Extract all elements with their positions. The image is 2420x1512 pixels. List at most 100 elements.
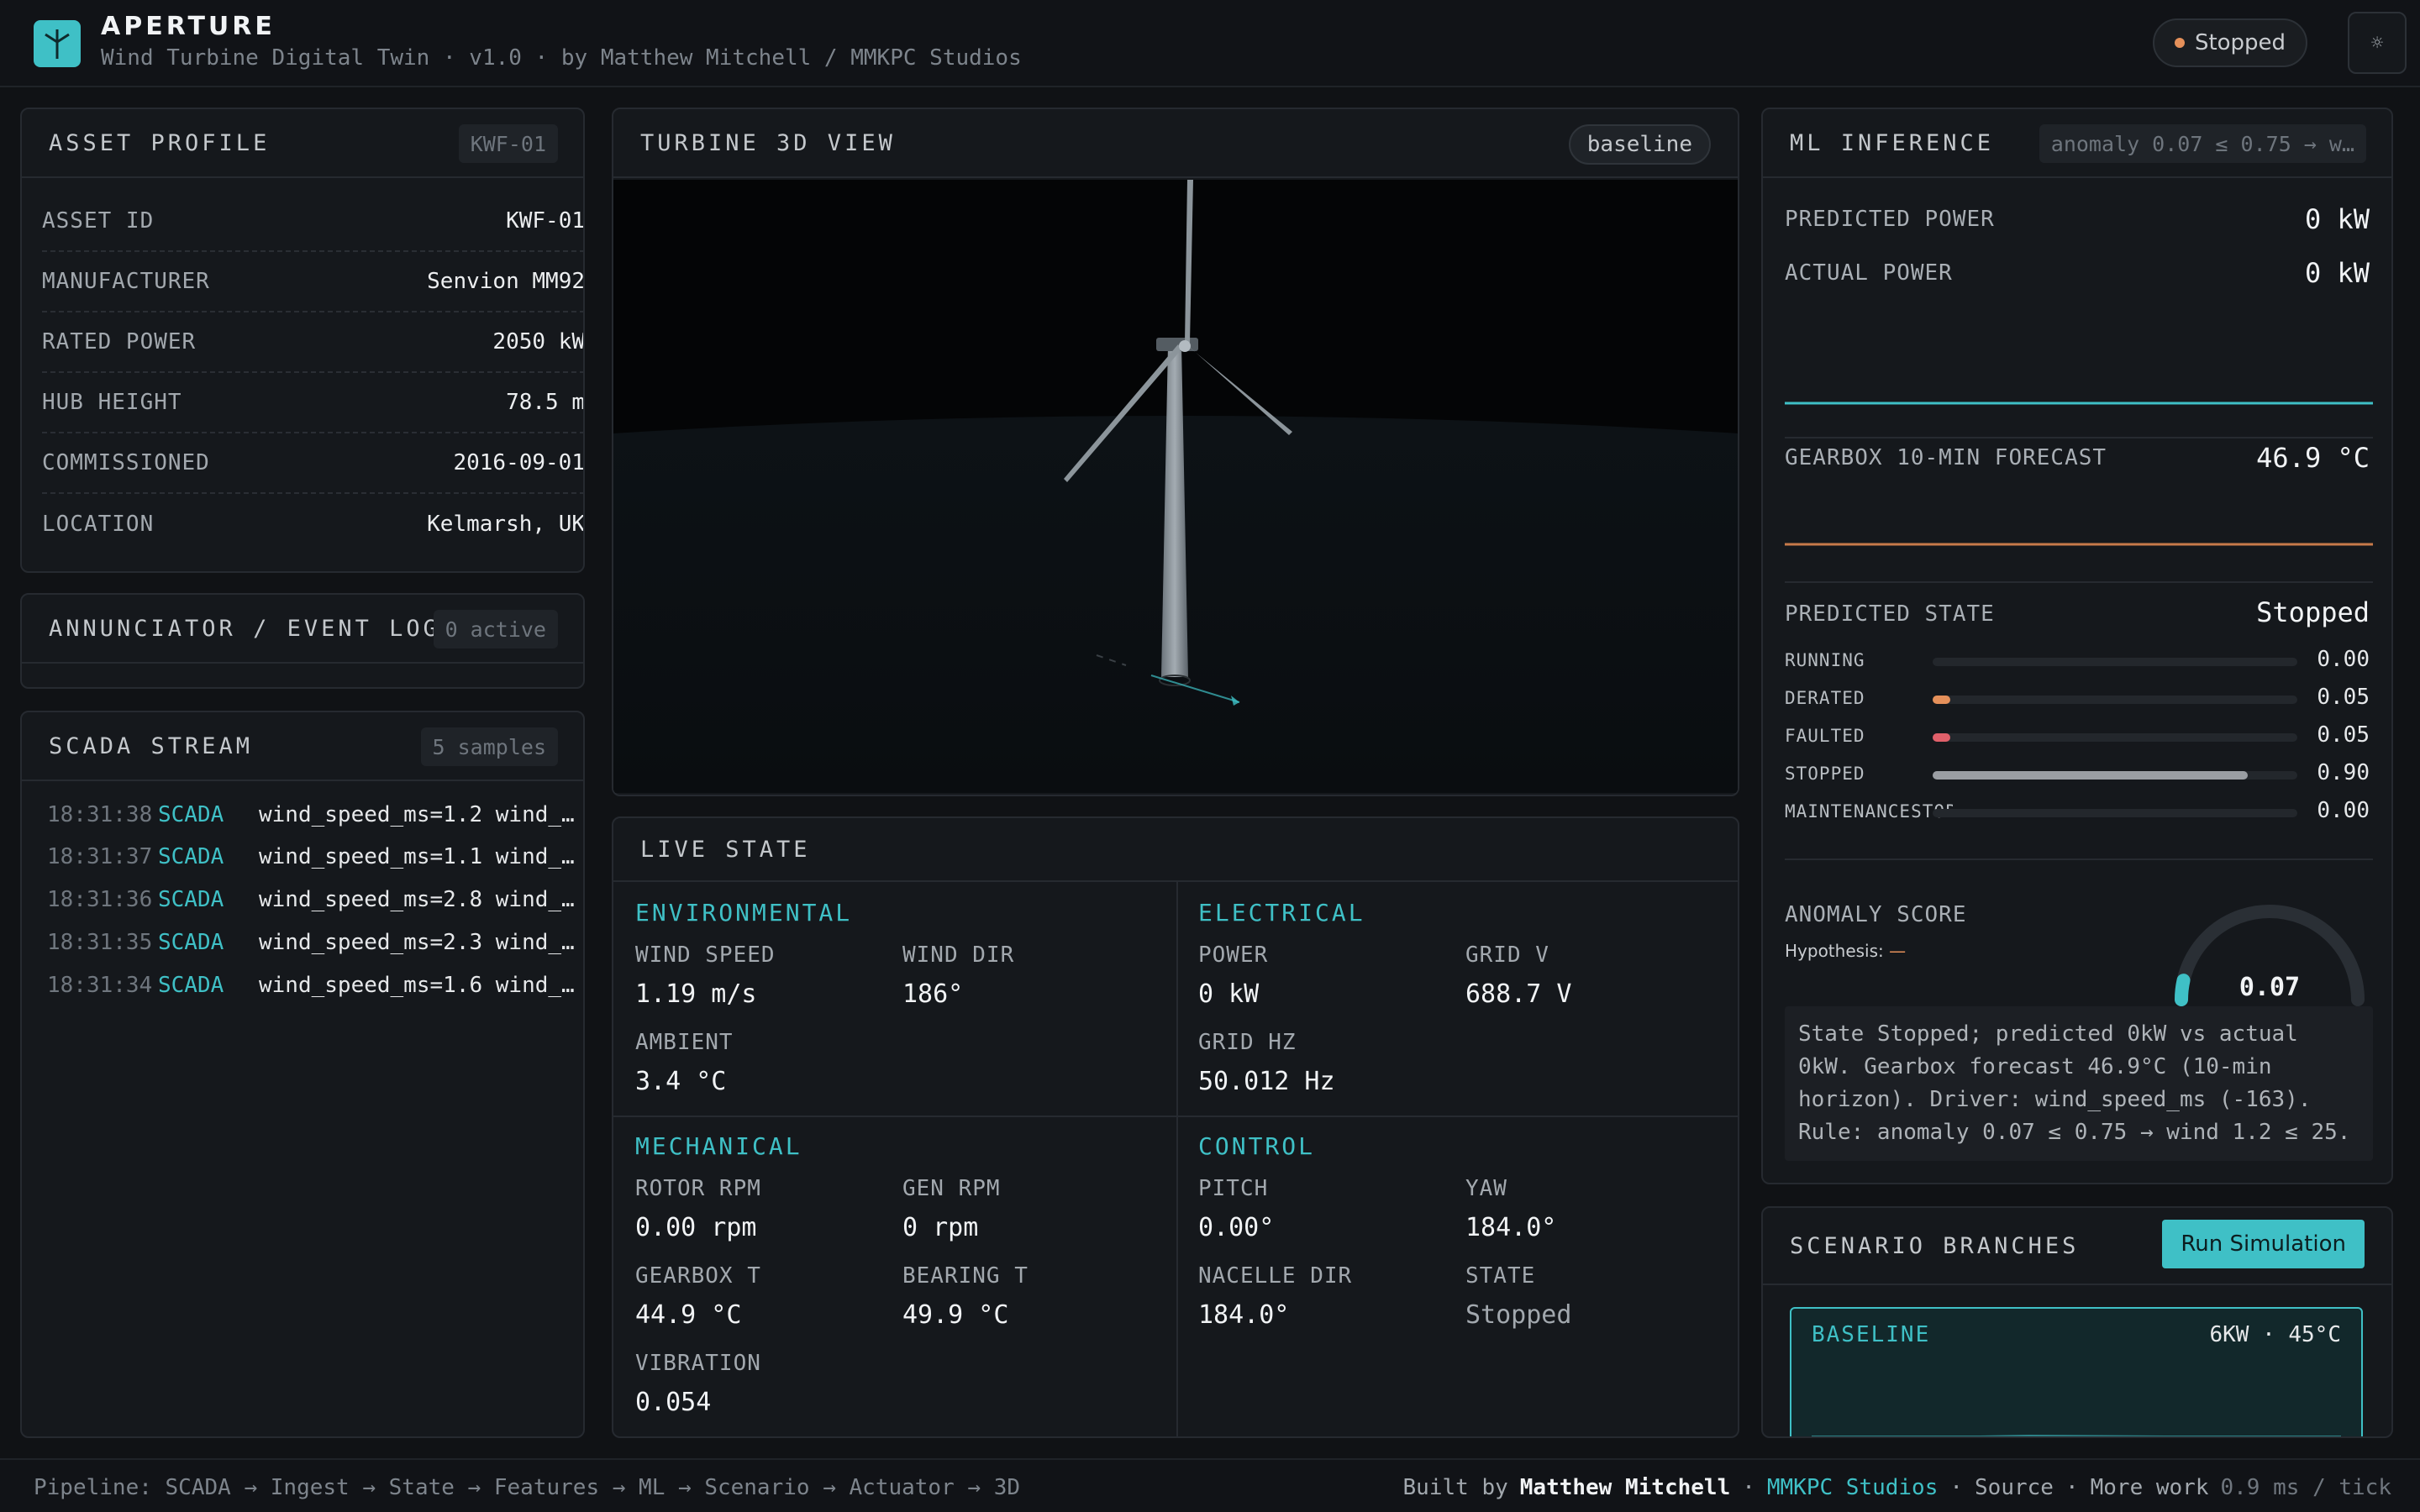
divider <box>1785 437 2373 438</box>
rotor-rpm-label: ROTOR RPM <box>635 1176 761 1201</box>
asset-profile-header: ASSET PROFILE KWF-01 <box>22 109 583 178</box>
state-prob-fill <box>1933 696 1950 704</box>
theme-toggle-button[interactable]: ☼ <box>2348 12 2407 74</box>
section-environmental: ENVIRONMENTAL <box>635 899 853 927</box>
more-work-link[interactable]: More work <box>2091 1475 2209 1500</box>
panel-title: LIVE STATE <box>640 836 811 863</box>
state-prob-bar <box>1933 771 2297 780</box>
scenario-pill: baseline <box>1568 124 1711 165</box>
anomaly-score-value: 0.07 <box>2239 973 2300 1002</box>
bearing-t-value: 49.9 °C <box>902 1300 1009 1330</box>
wind-dir-value: 186° <box>902 979 964 1009</box>
app-subtitle: Wind Turbine Digital Twin · v1.0 · by Ma… <box>101 45 1022 71</box>
divider <box>1176 882 1178 1436</box>
state-prob-label: DERATED <box>1785 688 1865 708</box>
grid-v-label: GRID V <box>1465 942 1549 968</box>
rotor-rpm-value: 0.00 rpm <box>635 1213 757 1242</box>
scada-time: 18:31:38 <box>47 802 153 827</box>
app-header: APERTURE Wind Turbine Digital Twin · v1.… <box>0 0 2420 87</box>
predicted-state-label: PREDICTED STATE <box>1785 601 1995 627</box>
scada-time: 18:31:35 <box>47 930 153 955</box>
row-label: MANUFACTURER <box>42 269 210 294</box>
wind-speed-value: 1.19 m/s <box>635 979 757 1009</box>
live-state-panel: LIVE STATE ENVIRONMENTAL WIND SPEED 1.19… <box>612 816 1739 1438</box>
panel-title: ANNUNCIATOR / EVENT LOG <box>49 615 440 642</box>
scada-time: 18:31:36 <box>47 887 153 912</box>
scada-stream-panel: SCADA STREAM 5 samples 18:31:38 SCADA wi… <box>20 711 585 1438</box>
hypothesis-row: Hypothesis: — <box>1785 941 1906 961</box>
state-prob-value: 0.05 <box>2317 722 2370 748</box>
separator: · <box>1949 1475 1964 1500</box>
author-link[interactable]: Matthew Mitchell <box>1520 1475 1730 1500</box>
studio-link[interactable]: MMKPC Studios <box>1767 1475 1939 1500</box>
hypothesis-label: Hypothesis: <box>1785 941 1884 961</box>
inference-explanation: State Stopped; predicted 0kW vs actual 0… <box>1785 1006 2373 1161</box>
power-value: 0 kW <box>1198 979 1260 1009</box>
state-prob-value: 0.00 <box>2317 798 2370 823</box>
row-value: 2050 kW <box>492 329 585 354</box>
power-sparkline <box>1785 402 2373 405</box>
yaw-value: 184.0° <box>1465 1213 1557 1242</box>
run-simulation-button[interactable]: Run Simulation <box>2162 1220 2365 1268</box>
row-label: ASSET ID <box>42 208 155 234</box>
asset-row-asset-id: ASSET ID KWF-01 <box>42 192 585 252</box>
branch-name: BASELINE <box>1812 1322 1931 1347</box>
ml-inference-panel: ML INFERENCE anomaly 0.07 ≤ 0.75 → w… PR… <box>1761 108 2393 1184</box>
state-prob-label: FAULTED <box>1785 726 1865 746</box>
status-text: Stopped <box>2194 30 2286 55</box>
scada-line: 18:31:34 SCADA wind_speed_ms=1.6 wind_di… <box>47 969 583 1002</box>
yaw-label: YAW <box>1465 1176 1507 1201</box>
panel-title: SCADA STREAM <box>49 732 254 759</box>
anomaly-score-label: ANOMALY SCORE <box>1785 902 1967 927</box>
state-label: STATE <box>1465 1263 1536 1289</box>
state-prob-value: 0.90 <box>2317 760 2370 785</box>
grid-hz-label: GRID HZ <box>1198 1030 1297 1055</box>
row-label: RATED POWER <box>42 329 197 354</box>
active-count-chip: 0 active <box>433 610 558 648</box>
divider <box>1785 581 2373 583</box>
branch-card-baseline[interactable]: BASELINE 6KW · 45°C <box>1790 1307 2363 1436</box>
predicted-power-value: 0 kW <box>2304 203 2370 235</box>
scada-source: SCADA <box>158 930 224 955</box>
scenario-header: SCENARIO BRANCHES Run Simulation <box>1763 1208 2391 1285</box>
sample-count-chip: 5 samples <box>420 727 558 766</box>
live-state-header: LIVE STATE <box>613 818 1738 882</box>
scada-message: wind_speed_ms=1.2 wind_dir_deg=186 <box>259 802 583 827</box>
app-title: APERTURE <box>101 12 276 41</box>
turbine-3d-header: TURBINE 3D VIEW baseline <box>613 109 1738 178</box>
scada-time: 18:31:37 <box>47 844 153 869</box>
row-label: HUB HEIGHT <box>42 390 182 415</box>
wind-speed-label: WIND SPEED <box>635 942 776 968</box>
state-prob-fill <box>1933 771 2248 780</box>
gearbox-forecast-label: GEARBOX 10-MIN FORECAST <box>1785 445 2107 470</box>
gearbox-forecast-sparkline <box>1785 543 2373 546</box>
row-label: LOCATION <box>42 512 155 537</box>
branch-stats: 6KW · 45°C <box>2209 1322 2341 1347</box>
actual-power-value: 0 kW <box>2304 257 2370 289</box>
wind-dir-label: WIND DIR <box>902 942 1015 968</box>
bearing-t-label: BEARING T <box>902 1263 1028 1289</box>
source-link[interactable]: Source <box>1975 1475 2054 1500</box>
divider <box>613 1116 1738 1117</box>
scada-line: 18:31:37 SCADA wind_speed_ms=1.1 wind_di… <box>47 840 583 874</box>
pitch-value: 0.00° <box>1198 1213 1275 1242</box>
pitch-label: PITCH <box>1198 1176 1269 1201</box>
row-value: KWF-01 <box>506 208 585 234</box>
state-prob-bar <box>1933 696 2297 704</box>
state-prob-label: RUNNING <box>1785 650 1865 670</box>
hypothesis-value: — <box>1889 941 1907 961</box>
turbine-3d-canvas[interactable] <box>613 180 1738 793</box>
branch-sparkline <box>1812 1434 2341 1436</box>
state-prob-label: STOPPED <box>1785 764 1865 784</box>
scada-line: 18:31:38 SCADA wind_speed_ms=1.2 wind_di… <box>47 798 583 832</box>
row-label: COMMISSIONED <box>42 450 210 475</box>
predicted-state-value: Stopped <box>2256 596 2370 628</box>
state-prob-value: 0.05 <box>2317 685 2370 710</box>
scada-header: SCADA STREAM 5 samples <box>22 712 583 781</box>
row-value: Kelmarsh, UK <box>427 512 585 537</box>
gearbox-forecast-value: 46.9 °C <box>2256 442 2370 474</box>
scada-source: SCADA <box>158 802 224 827</box>
ml-inference-header: ML INFERENCE anomaly 0.07 ≤ 0.75 → w… <box>1763 109 2391 178</box>
ambient-label: AMBIENT <box>635 1030 734 1055</box>
turbine-logo-icon <box>34 20 81 67</box>
